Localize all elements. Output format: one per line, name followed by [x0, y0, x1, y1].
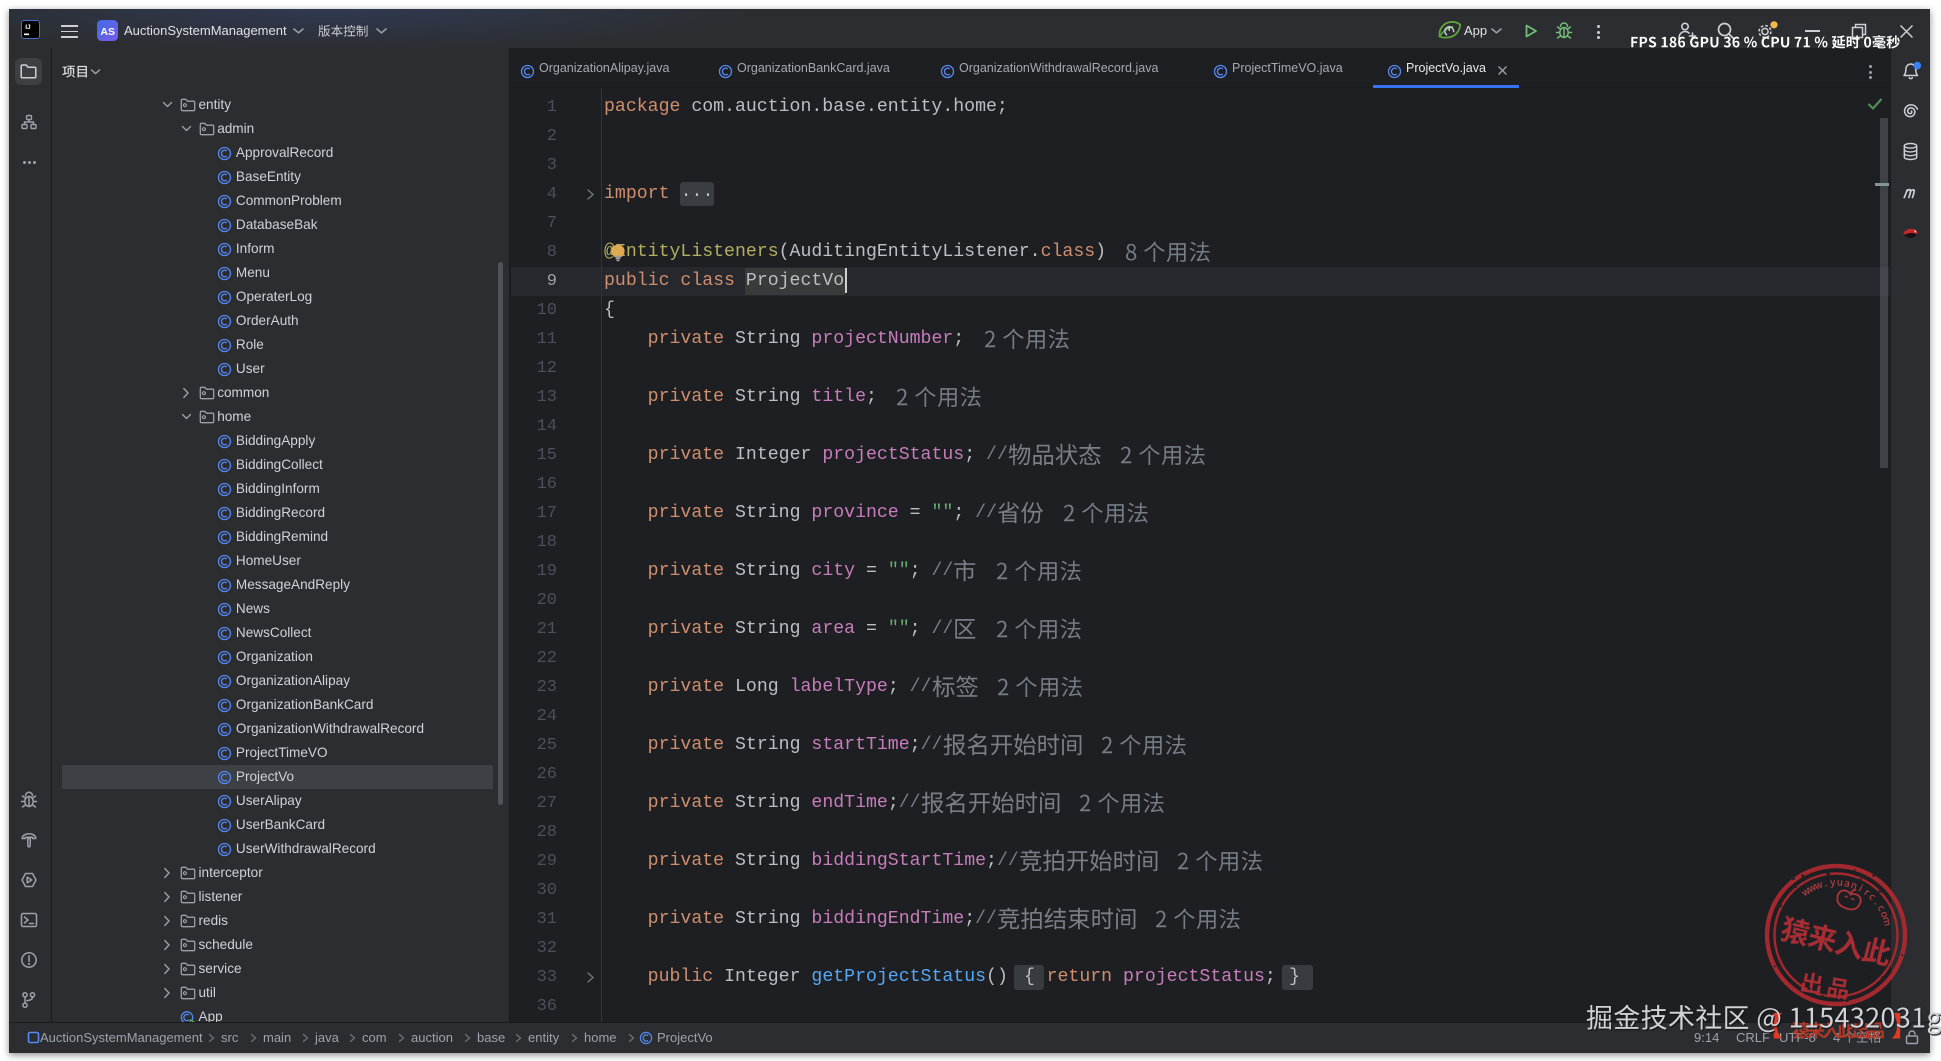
- svg-text:AS: AS: [100, 26, 115, 38]
- svg-text:IJ: IJ: [25, 24, 31, 31]
